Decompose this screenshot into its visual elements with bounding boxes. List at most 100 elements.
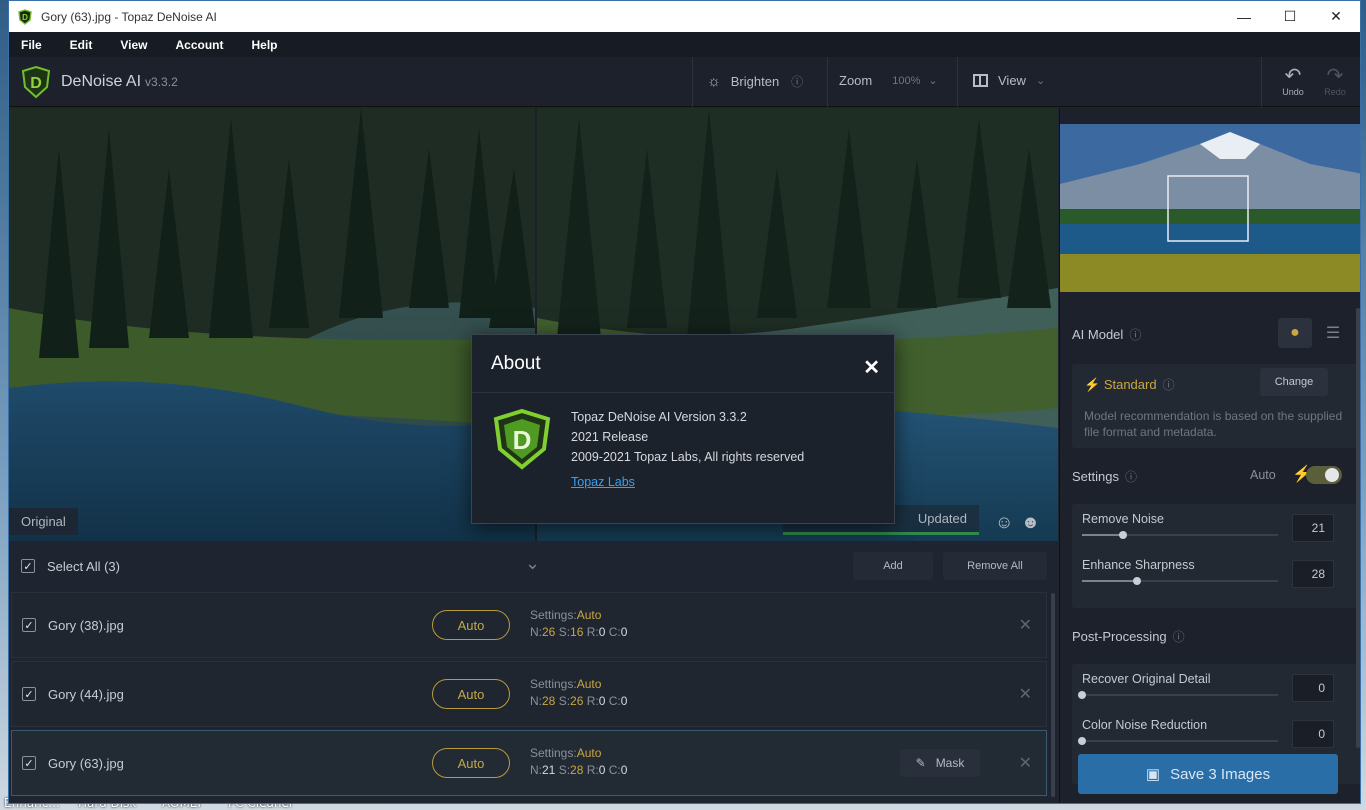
about-version: Topaz DeNoise AI Version 3.3.2: [571, 410, 747, 424]
panel-scrollbar[interactable]: [1356, 308, 1360, 748]
recover-detail-slider[interactable]: [1078, 691, 1278, 699]
model-recommendation: Model recommendation is based on the sup…: [1084, 409, 1343, 439]
menu-view[interactable]: View: [120, 38, 147, 52]
menu-bar: File Edit View Account Help: [9, 32, 1360, 57]
list-icon[interactable]: ☰: [1316, 318, 1350, 348]
menu-account[interactable]: Account: [175, 38, 223, 52]
toolbar-divider: [957, 57, 958, 107]
auto-button[interactable]: Auto: [432, 679, 510, 709]
recover-value: 0: [598, 625, 606, 639]
about-title: About: [491, 352, 541, 374]
remove-noise-slider[interactable]: [1082, 531, 1278, 539]
chevron-down-icon[interactable]: ⌄: [525, 553, 540, 574]
mask-button[interactable]: ✎ Mask: [900, 749, 980, 777]
select-all-label: Select All (3): [47, 558, 120, 574]
slider-knob[interactable]: [1078, 691, 1086, 699]
close-window-button[interactable]: ✕: [1313, 1, 1359, 32]
file-row-selected[interactable]: ✓ Gory (63).jpg Auto Settings:Auto N:21 …: [11, 730, 1047, 796]
help-icon[interactable]: ⓘ: [1173, 630, 1185, 644]
app-shield-icon: D: [18, 8, 32, 25]
svg-text:D: D: [513, 425, 532, 455]
file-checkbox[interactable]: ✓: [22, 687, 36, 701]
menu-file[interactable]: File: [21, 38, 42, 52]
auto-button[interactable]: Auto: [432, 610, 510, 640]
svg-text:D: D: [22, 13, 28, 22]
file-name: Gory (63).jpg: [48, 755, 124, 771]
minimize-button[interactable]: —: [1221, 1, 1267, 32]
color-value: 0: [620, 763, 628, 777]
remove-file-icon[interactable]: ✕: [1019, 684, 1032, 704]
select-all-checkbox[interactable]: ✓: [21, 559, 35, 573]
neutral-feedback-icon[interactable]: ☻: [1021, 512, 1040, 533]
recover-detail-label: Recover Original Detail: [1082, 672, 1211, 686]
title-bar[interactable]: D Gory (63).jpg - Topaz DeNoise AI — ☐ ✕: [9, 1, 1360, 32]
settings-summary: Settings:Auto N:28 S:26 R:0 C:0: [530, 677, 628, 708]
settings-label: Settings: [1072, 469, 1119, 484]
color-noise-slider[interactable]: [1078, 737, 1278, 745]
enhance-sharpness-slider[interactable]: [1082, 577, 1278, 585]
color-noise-value[interactable]: 0: [1292, 720, 1334, 748]
auto-button[interactable]: Auto: [432, 748, 510, 778]
menu-help[interactable]: Help: [251, 38, 277, 52]
zoom-control[interactable]: Zoom 100% ⌄: [839, 73, 938, 88]
change-model-button[interactable]: Change: [1260, 368, 1328, 396]
chevron-down-icon: ⌄: [928, 75, 938, 87]
file-row[interactable]: ✓ Gory (38).jpg Auto Settings:Auto N:26 …: [11, 592, 1047, 658]
about-header: About: [472, 335, 894, 393]
settings-value: Auto: [576, 746, 602, 760]
view-control[interactable]: View ⌄: [973, 73, 1045, 88]
maximize-button[interactable]: ☐: [1267, 1, 1313, 32]
auto-toggle[interactable]: [1306, 466, 1342, 484]
slider-knob[interactable]: [1132, 577, 1141, 585]
recover-value: 0: [598, 763, 606, 777]
model-card: ⚡ Standard ⓘ Change Model recommendation …: [1072, 364, 1360, 448]
redo-button[interactable]: ↷ Redo: [1317, 65, 1353, 97]
slider-knob[interactable]: [1119, 531, 1128, 539]
help-icon[interactable]: ⓘ: [1125, 470, 1137, 484]
noise-value: 21: [542, 763, 556, 777]
ai-model-heading: AI Model ⓘ: [1072, 326, 1141, 343]
undo-button[interactable]: ↶ Undo: [1275, 65, 1311, 97]
zoom-value: 100%: [892, 74, 921, 87]
remove-file-icon[interactable]: ✕: [1019, 753, 1032, 773]
settings-value: Auto: [576, 677, 602, 691]
smile-feedback-icon[interactable]: ☺: [995, 512, 1013, 533]
menu-edit[interactable]: Edit: [70, 38, 93, 52]
slider-knob[interactable]: [1078, 737, 1086, 745]
help-icon[interactable]: ⓘ: [1163, 378, 1175, 392]
remove-all-button[interactable]: Remove All: [943, 552, 1047, 580]
save-images-button[interactable]: ▣ Save 3 Images: [1078, 754, 1338, 794]
file-row[interactable]: ✓ Gory (44).jpg Auto Settings:Auto N:28 …: [11, 661, 1047, 727]
slider-fill: [1082, 534, 1124, 536]
file-checkbox[interactable]: ✓: [22, 618, 36, 632]
add-button[interactable]: Add: [853, 552, 933, 580]
split-view-icon: [973, 74, 988, 87]
remove-noise-label: Remove Noise: [1082, 512, 1164, 526]
file-list-area: ✓ Select All (3) ⌄ Add Remove All ✓ Gory…: [9, 541, 1058, 803]
help-icon[interactable]: ⓘ: [1129, 328, 1141, 342]
topaz-labs-link[interactable]: Topaz Labs: [571, 472, 804, 492]
settings-value: Auto: [576, 608, 602, 622]
about-release: 2021 Release: [571, 430, 649, 444]
settings-label: Settings:: [530, 608, 577, 622]
sun-icon: ☼: [707, 73, 721, 90]
settings-summary: Settings:Auto N:21 S:28 R:0 C:0: [530, 746, 628, 777]
navigator-thumbnail[interactable]: [1060, 124, 1361, 292]
close-icon[interactable]: ✕: [863, 355, 880, 380]
recover-detail-value[interactable]: 0: [1292, 674, 1334, 702]
enhance-sharpness-value[interactable]: 28: [1292, 560, 1334, 588]
sharpness-value: 26: [570, 694, 584, 708]
color-value: 0: [620, 625, 628, 639]
remove-file-icon[interactable]: ✕: [1019, 615, 1032, 635]
lightbulb-icon[interactable]: ●: [1278, 318, 1312, 348]
file-checkbox[interactable]: ✓: [22, 756, 36, 770]
brighten-toggle[interactable]: ☼ Brighten ⓘ: [707, 73, 803, 90]
auto-label: Auto: [1250, 468, 1276, 482]
remove-noise-value[interactable]: 21: [1292, 514, 1334, 542]
file-name: Gory (44).jpg: [48, 686, 124, 702]
original-badge: Original: [9, 508, 78, 535]
color-value: 0: [620, 694, 628, 708]
post-processing-label: Post-Processing: [1072, 629, 1167, 644]
list-scrollbar[interactable]: [1051, 593, 1055, 797]
help-icon[interactable]: ⓘ: [791, 73, 803, 90]
